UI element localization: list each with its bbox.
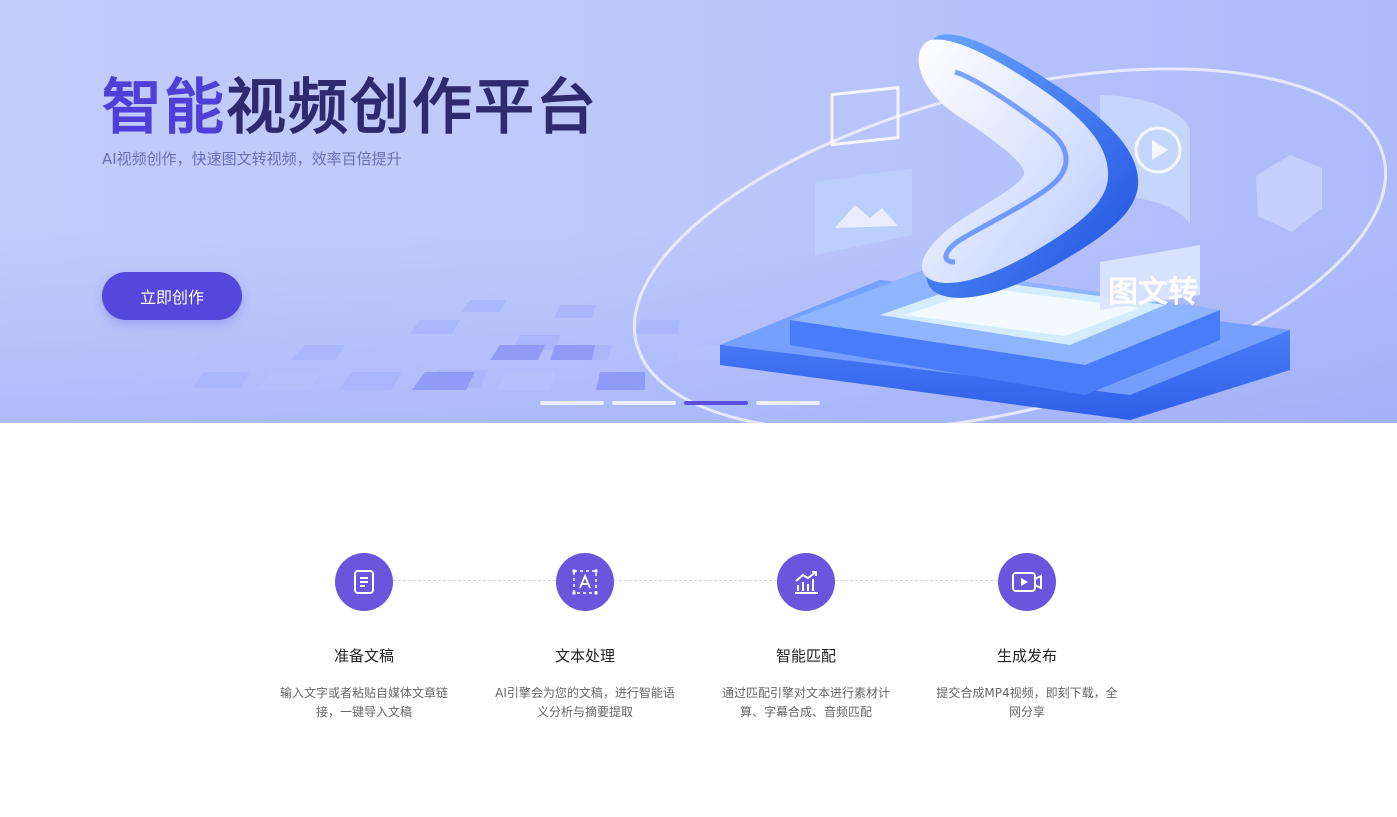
carousel-dot-2[interactable] [612, 401, 676, 405]
step-generate-publish: 生成发布 提交合成MP4视频，即刻下载，全网分享 [932, 553, 1122, 722]
step-smart-match: 智能匹配 通过匹配引擎对文本进行素材计算、字幕合成、音频匹配 [711, 553, 901, 722]
step-title: 文本处理 [554, 647, 615, 665]
video-play-icon [998, 553, 1056, 611]
text-a-icon [556, 553, 614, 611]
step-title: 智能匹配 [775, 647, 836, 665]
document-icon [335, 553, 393, 611]
step-title: 准备文稿 [333, 647, 394, 665]
step-desc: AI引擎会为您的文稿，进行智能语义分析与摘要提取 [495, 686, 675, 719]
hero-3d-illustration: 图文转 [632, 34, 1388, 423]
step-prepare-draft: 准备文稿 输入文字或者粘贴自媒体文章链接，一键导入文稿 [269, 553, 459, 722]
create-now-button[interactable]: 立即创作 [102, 272, 242, 320]
hero-subtitle: AI视频创作，快速图文转视频，效率百倍提升 [102, 150, 402, 168]
carousel-indicators [540, 401, 820, 405]
step-desc: 提交合成MP4视频，即刻下载，全网分享 [936, 686, 1118, 719]
workflow-steps: 准备文稿 输入文字或者粘贴自媒体文章链接，一键导入文稿 文本处理 AI引擎会为您… [0, 423, 1397, 817]
hero-title-rest: 视频创作平台 [226, 73, 598, 143]
hero-banner: 智能视频创作平台 AI视频创作，快速图文转视频，效率百倍提升 立即创作 图文转 [0, 0, 1397, 423]
step-desc: 输入文字或者粘贴自媒体文章链接，一键导入文稿 [279, 686, 448, 719]
chart-icon [777, 553, 835, 611]
illustration-text: 图文转 [1108, 275, 1198, 310]
carousel-dot-3[interactable] [684, 401, 748, 405]
carousel-dot-4[interactable] [756, 401, 820, 405]
carousel-dot-1[interactable] [540, 401, 604, 405]
hero-title: 智能视频创作平台 [102, 72, 598, 144]
step-title: 生成发布 [996, 647, 1057, 665]
step-desc: 通过匹配引擎对文本进行素材计算、字幕合成、音频匹配 [721, 686, 890, 719]
hero-title-accent: 智能 [102, 73, 226, 143]
step-text-processing: 文本处理 AI引擎会为您的文稿，进行智能语义分析与摘要提取 [490, 553, 680, 722]
